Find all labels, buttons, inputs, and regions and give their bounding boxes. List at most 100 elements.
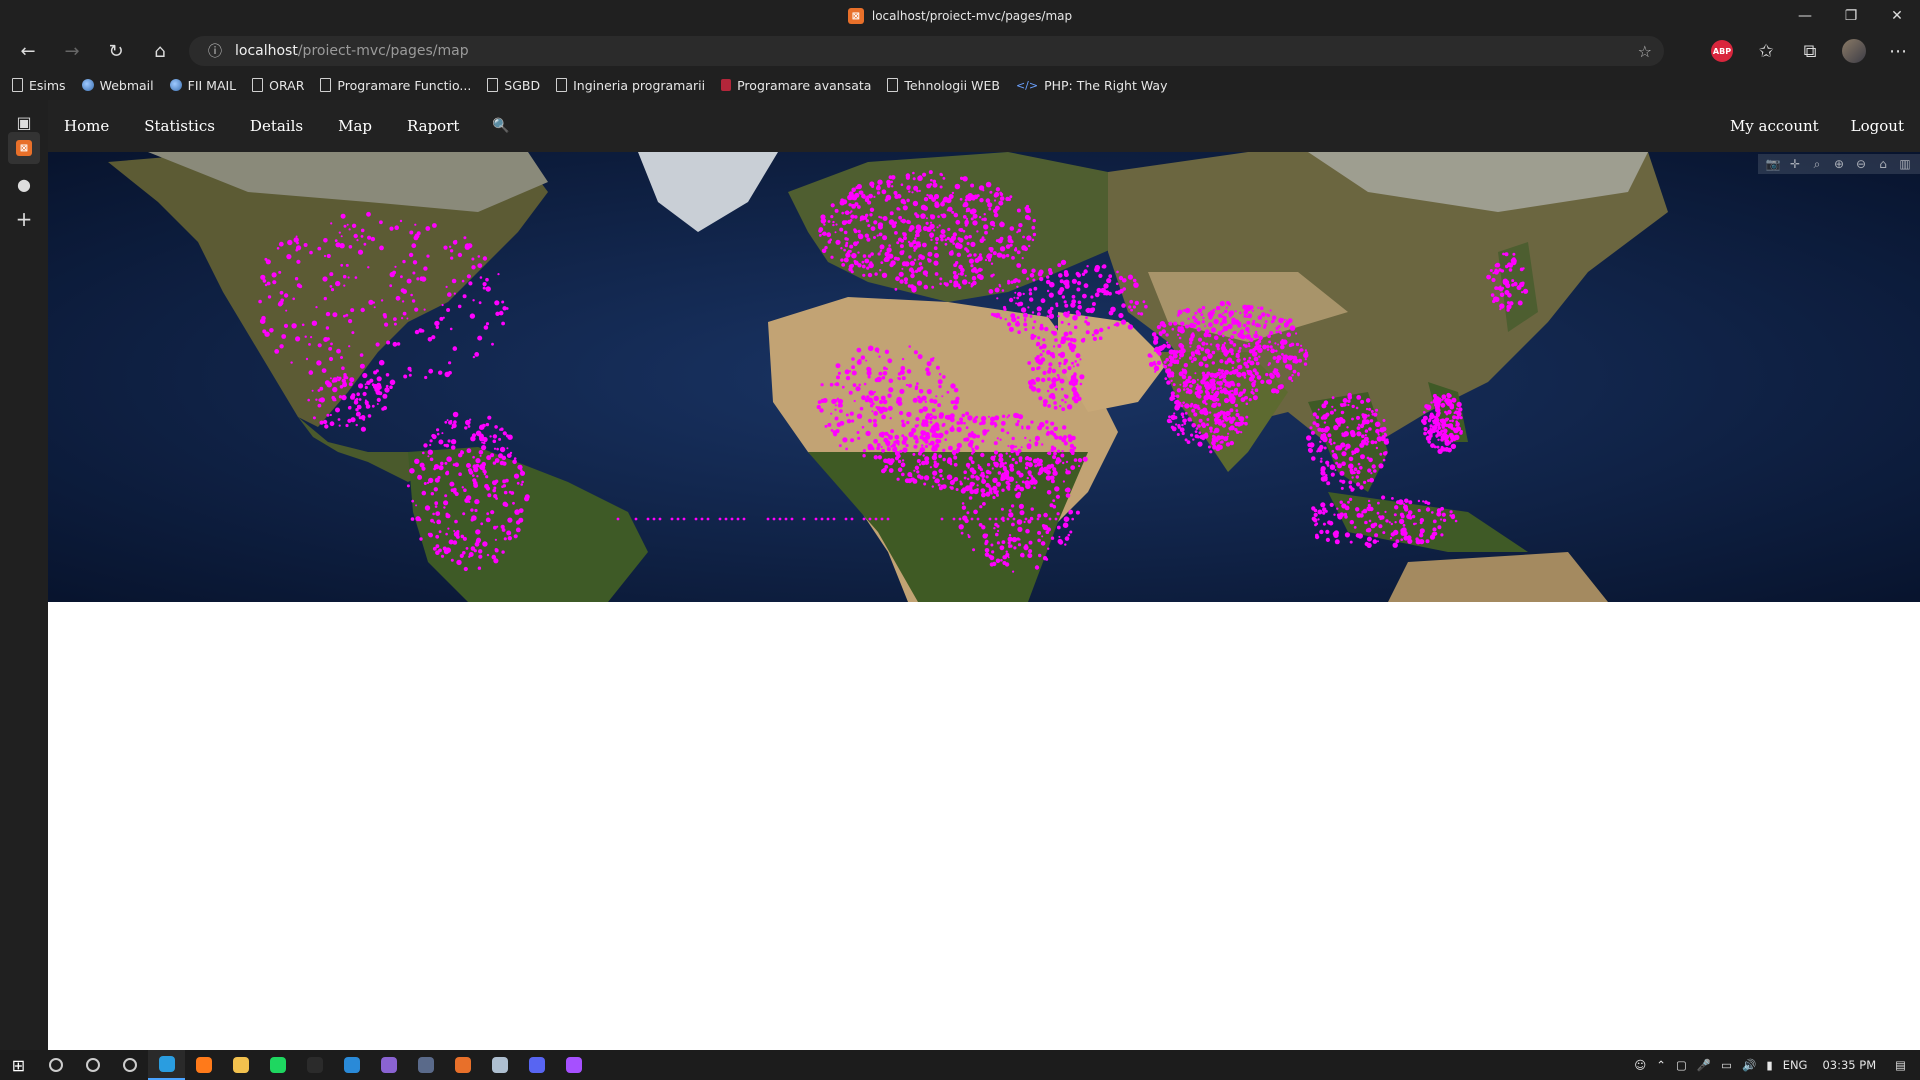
map-marker[interactable] bbox=[379, 220, 383, 225]
map-marker[interactable] bbox=[973, 417, 976, 420]
map-marker[interactable] bbox=[1048, 292, 1054, 298]
map-marker[interactable] bbox=[1221, 315, 1225, 319]
map-marker[interactable] bbox=[920, 213, 926, 219]
map-marker[interactable] bbox=[999, 438, 1002, 441]
map-marker[interactable] bbox=[989, 562, 994, 567]
map-marker[interactable] bbox=[931, 285, 935, 289]
map-marker[interactable] bbox=[900, 219, 904, 223]
map-marker[interactable] bbox=[1000, 559, 1003, 562]
map-marker[interactable] bbox=[1026, 235, 1032, 241]
map-marker[interactable] bbox=[335, 242, 341, 248]
add-favorite-icon[interactable]: ☆ bbox=[1638, 42, 1652, 61]
map-marker[interactable] bbox=[411, 499, 415, 503]
favorites-icon[interactable]: ✩ bbox=[1744, 32, 1788, 70]
map-marker[interactable] bbox=[1310, 430, 1315, 435]
map-marker[interactable] bbox=[372, 301, 375, 304]
map-marker[interactable] bbox=[386, 340, 391, 345]
map-marker[interactable] bbox=[999, 465, 1002, 468]
map-marker[interactable] bbox=[981, 439, 985, 443]
map-marker[interactable] bbox=[453, 530, 456, 532]
map-marker[interactable] bbox=[485, 517, 491, 523]
map-marker[interactable] bbox=[1052, 504, 1057, 509]
map-marker[interactable] bbox=[427, 455, 430, 458]
taskbar-spotify[interactable] bbox=[259, 1050, 296, 1080]
map-marker[interactable] bbox=[1388, 521, 1391, 524]
map-marker[interactable] bbox=[373, 306, 376, 309]
map-marker[interactable] bbox=[1121, 303, 1126, 308]
map-marker[interactable] bbox=[992, 457, 996, 461]
map-marker[interactable] bbox=[1329, 502, 1334, 507]
search-icon[interactable]: 🔍 bbox=[492, 118, 509, 134]
map-marker[interactable] bbox=[1041, 343, 1047, 349]
map-marker[interactable] bbox=[1431, 531, 1437, 537]
map-marker[interactable] bbox=[471, 515, 477, 521]
map-marker[interactable] bbox=[845, 447, 848, 451]
map-marker[interactable] bbox=[867, 418, 873, 423]
map-marker[interactable] bbox=[931, 485, 934, 488]
map-marker[interactable] bbox=[1344, 532, 1350, 538]
nav-my-account[interactable]: My account bbox=[1730, 117, 1819, 135]
map-marker[interactable] bbox=[1075, 394, 1078, 397]
map-marker[interactable] bbox=[998, 453, 1004, 459]
map-marker[interactable] bbox=[1453, 434, 1460, 441]
map-marker[interactable] bbox=[930, 214, 936, 220]
map-marker[interactable] bbox=[1377, 540, 1379, 543]
map-marker[interactable] bbox=[1372, 539, 1378, 544]
map-marker[interactable] bbox=[444, 371, 451, 378]
map-marker[interactable] bbox=[1348, 456, 1354, 462]
map-marker[interactable] bbox=[1190, 433, 1194, 437]
map-marker[interactable] bbox=[1213, 430, 1216, 434]
map-marker[interactable] bbox=[876, 191, 881, 195]
map-marker[interactable] bbox=[1054, 325, 1058, 329]
map-marker[interactable] bbox=[1246, 320, 1251, 325]
map-marker[interactable] bbox=[1210, 378, 1216, 384]
map-marker[interactable] bbox=[1182, 418, 1187, 423]
map-marker[interactable] bbox=[360, 228, 365, 233]
map-marker[interactable] bbox=[1024, 327, 1028, 332]
map-marker[interactable] bbox=[944, 238, 948, 242]
map-marker[interactable] bbox=[1016, 208, 1021, 213]
map-marker[interactable] bbox=[492, 488, 497, 493]
map-marker[interactable] bbox=[999, 236, 1004, 241]
map-marker[interactable] bbox=[1257, 347, 1263, 353]
map-marker[interactable] bbox=[1378, 463, 1384, 469]
map-marker[interactable] bbox=[1376, 436, 1383, 442]
map-marker[interactable] bbox=[1245, 402, 1249, 406]
map-marker[interactable] bbox=[930, 235, 933, 239]
map-marker[interactable] bbox=[1017, 420, 1020, 423]
map-marker[interactable] bbox=[973, 509, 978, 515]
map-marker[interactable] bbox=[1191, 353, 1195, 357]
map-marker[interactable] bbox=[1187, 317, 1190, 320]
map-marker[interactable] bbox=[903, 277, 909, 282]
map-marker[interactable] bbox=[1066, 517, 1070, 521]
map-marker[interactable] bbox=[933, 462, 939, 468]
map-marker[interactable] bbox=[1067, 533, 1071, 537]
map-marker[interactable] bbox=[742, 517, 746, 521]
map-marker[interactable] bbox=[1129, 299, 1133, 304]
nav-home[interactable]: Home bbox=[64, 117, 109, 135]
map-marker[interactable] bbox=[1254, 388, 1259, 392]
map-marker[interactable] bbox=[886, 517, 890, 521]
map-marker[interactable] bbox=[409, 468, 415, 474]
map-marker[interactable] bbox=[953, 477, 959, 482]
map-marker[interactable] bbox=[1168, 415, 1171, 419]
map-marker[interactable] bbox=[1001, 414, 1006, 418]
map-marker[interactable] bbox=[976, 230, 979, 233]
map-marker[interactable] bbox=[296, 241, 299, 245]
map-marker[interactable] bbox=[1489, 269, 1493, 272]
new-tab-icon[interactable]: + bbox=[8, 203, 40, 235]
map-marker[interactable] bbox=[835, 223, 838, 226]
map-marker[interactable] bbox=[1519, 267, 1524, 272]
map-marker[interactable] bbox=[960, 176, 963, 180]
map-marker[interactable] bbox=[502, 431, 507, 436]
map-marker[interactable] bbox=[1037, 312, 1041, 316]
map-marker[interactable] bbox=[474, 541, 480, 547]
map-marker[interactable] bbox=[1261, 312, 1266, 317]
map-marker[interactable] bbox=[845, 375, 851, 381]
map-marker[interactable] bbox=[476, 475, 479, 478]
map-marker[interactable] bbox=[938, 372, 942, 376]
map-marker[interactable] bbox=[994, 517, 998, 521]
map-marker[interactable] bbox=[518, 508, 524, 513]
map-marker[interactable] bbox=[1041, 377, 1046, 383]
map-marker[interactable] bbox=[1210, 327, 1217, 333]
